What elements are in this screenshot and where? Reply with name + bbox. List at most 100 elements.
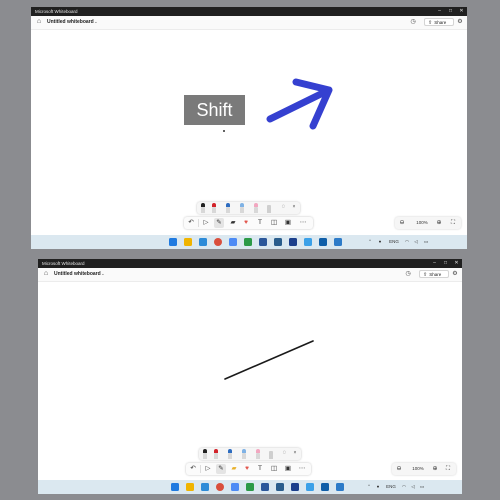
black-pen-icon[interactable] (200, 203, 206, 213)
wifi-icon[interactable]: ◠ (400, 483, 408, 491)
whiteboard-app-icon[interactable] (291, 483, 299, 491)
battery-icon[interactable]: ▭ (418, 483, 426, 491)
start-icon[interactable] (171, 483, 179, 491)
chevron-down-icon[interactable]: ⌄ (94, 19, 98, 25)
whiteboard-app-icon[interactable] (289, 238, 297, 246)
zoom-out-icon[interactable]: ⊖ (398, 217, 406, 229)
word-icon[interactable] (259, 238, 267, 246)
microphone-icon[interactable]: ● (375, 483, 381, 491)
browser-icon[interactable] (214, 238, 222, 246)
fit-screen-icon[interactable]: ⛶ (444, 463, 452, 475)
app-header: ⌂ Untitled whiteboard ⌄ ◷ ⇪ Share ⚙ (38, 268, 462, 282)
minimize-button[interactable]: – (434, 7, 445, 16)
volume-icon[interactable]: ◁ (412, 238, 420, 246)
light-blue-pen-icon[interactable] (241, 449, 247, 459)
store-icon[interactable] (274, 238, 282, 246)
store-icon[interactable] (276, 483, 284, 491)
sticky-note-icon[interactable]: ▰ (229, 464, 239, 474)
black-pen-icon[interactable] (202, 449, 208, 459)
fit-screen-icon[interactable]: ⛶ (449, 217, 457, 229)
highlighter-icon[interactable] (253, 203, 259, 213)
zoom-in-icon[interactable]: ⊕ (435, 217, 443, 229)
more-icon[interactable]: ⋯ (298, 218, 308, 228)
text-icon[interactable]: T (255, 464, 265, 474)
file-explorer-icon[interactable] (184, 238, 192, 246)
calendar-icon[interactable] (304, 238, 312, 246)
shapes-icon[interactable]: ◫ (269, 218, 279, 228)
zoom-level[interactable]: 100% (414, 217, 430, 229)
eraser-icon[interactable] (268, 449, 274, 459)
mail-icon[interactable] (334, 238, 342, 246)
share-button[interactable]: ⇪ Share (419, 270, 449, 278)
timer-icon[interactable]: ◷ (404, 270, 412, 278)
shapes-icon[interactable]: ◫ (269, 464, 279, 474)
blue-pen-icon[interactable] (227, 449, 233, 459)
share-button[interactable]: ⇪ Share (424, 18, 454, 26)
red-pen-icon[interactable] (211, 203, 217, 213)
sticky-note-icon[interactable]: ▰ (228, 218, 238, 228)
zoom-out-icon[interactable]: ⊖ (395, 463, 403, 475)
undo-icon[interactable]: ↶ (186, 218, 196, 228)
close-window-button[interactable]: ✕ (456, 7, 467, 16)
home-icon[interactable]: ⌂ (42, 270, 50, 278)
settings-gear-icon[interactable]: ⚙ (456, 18, 464, 26)
eraser-icon[interactable] (266, 203, 272, 213)
lasso-icon[interactable]: ◌ (280, 204, 287, 211)
text-icon[interactable]: T (255, 218, 265, 228)
calendar-icon[interactable] (306, 483, 314, 491)
templates-icon[interactable]: ▣ (283, 218, 293, 228)
chevron-down-icon[interactable]: ⌄ (101, 271, 105, 277)
zoom-level[interactable]: 100% (410, 463, 426, 475)
close-window-button[interactable]: ✕ (451, 259, 462, 268)
start-icon[interactable] (169, 238, 177, 246)
home-icon[interactable]: ⌂ (35, 18, 43, 26)
whiteboard-canvas[interactable] (38, 282, 462, 470)
pen-icon[interactable]: ✎ (214, 218, 224, 228)
templates-icon[interactable]: ▣ (283, 464, 293, 474)
minimize-button[interactable]: – (429, 259, 440, 268)
blue-pen-icon[interactable] (225, 203, 231, 213)
zoom-in-icon[interactable]: ⊕ (431, 463, 439, 475)
notepad-icon[interactable] (231, 483, 239, 491)
notepad-icon[interactable] (229, 238, 237, 246)
active-app-icon[interactable] (319, 238, 327, 246)
highlighter-icon[interactable] (255, 449, 261, 459)
settings-gear-icon[interactable]: ⚙ (451, 270, 459, 278)
spreadsheet-icon[interactable] (246, 483, 254, 491)
active-app-icon[interactable] (321, 483, 329, 491)
pen-icon[interactable]: ✎ (216, 464, 226, 474)
close-tray-icon[interactable]: × (292, 449, 298, 457)
close-tray-icon[interactable]: × (291, 203, 297, 211)
language-indicator[interactable]: ENG (387, 238, 401, 246)
volume-icon[interactable]: ◁ (409, 483, 417, 491)
mail-icon[interactable] (336, 483, 344, 491)
light-blue-pen-icon[interactable] (239, 203, 245, 213)
more-icon[interactable]: ⋯ (297, 464, 307, 474)
battery-icon[interactable]: ▭ (422, 238, 430, 246)
photos-icon[interactable] (201, 483, 209, 491)
document-title[interactable]: Untitled whiteboard (54, 271, 101, 277)
spreadsheet-icon[interactable] (244, 238, 252, 246)
maximize-button[interactable]: □ (445, 7, 456, 16)
whiteboard-canvas[interactable]: Shift (31, 30, 467, 226)
undo-icon[interactable]: ↶ (188, 464, 198, 474)
browser-icon[interactable] (216, 483, 224, 491)
microphone-icon[interactable]: ● (377, 238, 383, 246)
language-indicator[interactable]: ENG (384, 483, 398, 491)
chevron-up-icon[interactable]: ⌃ (367, 238, 373, 246)
word-icon[interactable] (261, 483, 269, 491)
select-icon[interactable]: ▷ (201, 218, 211, 228)
select-icon[interactable]: ▷ (203, 464, 213, 474)
reactions-icon[interactable]: ♥ (241, 218, 251, 228)
timer-icon[interactable]: ◷ (409, 18, 417, 26)
tool-bar: ↶ ▷ ✎ ▰ ♥ T ◫ ▣ ⋯ (186, 463, 311, 475)
maximize-button[interactable]: □ (440, 259, 451, 268)
red-pen-icon[interactable] (213, 449, 219, 459)
document-title[interactable]: Untitled whiteboard (47, 19, 94, 25)
reactions-icon[interactable]: ♥ (242, 464, 252, 474)
file-explorer-icon[interactable] (186, 483, 194, 491)
photos-icon[interactable] (199, 238, 207, 246)
wifi-icon[interactable]: ◠ (403, 238, 411, 246)
chevron-up-icon[interactable]: ⌃ (366, 483, 372, 491)
lasso-icon[interactable]: ◌ (281, 450, 288, 457)
